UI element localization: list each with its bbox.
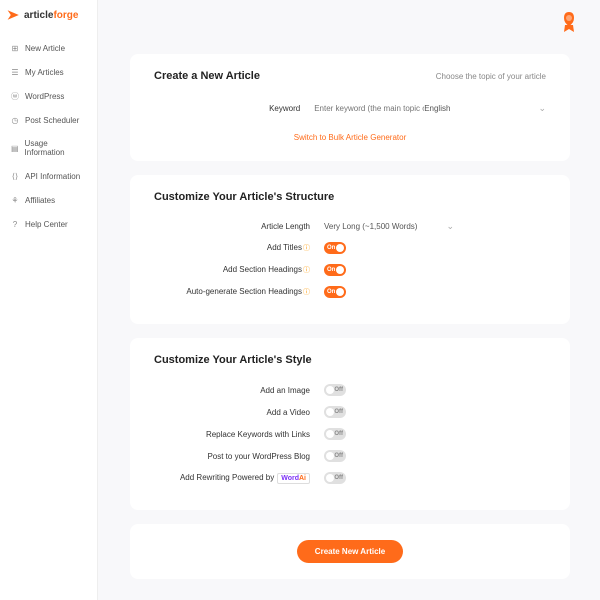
nav-wordpress[interactable]: ⓦ WordPress: [4, 84, 93, 108]
help-icon[interactable]: ⓘ: [303, 245, 310, 252]
structure-card: Customize Your Article's Structure Artic…: [130, 175, 570, 324]
links-label: Replace Keywords with Links: [154, 430, 324, 439]
logo-icon: [6, 8, 22, 22]
add-video-toggle[interactable]: Off: [324, 406, 346, 418]
nav-api[interactable]: ⟨⟩ API Information: [4, 164, 93, 188]
wordpress-icon: ⓦ: [10, 91, 20, 101]
language-value: English: [424, 104, 450, 113]
card-title: Create a New Article: [154, 70, 260, 82]
card-title: Customize Your Article's Style: [154, 354, 312, 366]
wordpress-toggle[interactable]: Off: [324, 450, 346, 462]
add-titles-toggle[interactable]: On: [324, 242, 346, 254]
rewrite-label: Add Rewriting Powered byWordAi: [154, 473, 324, 484]
card-subtitle: Choose the topic of your article: [436, 72, 546, 81]
wordai-logo: WordAi: [277, 473, 310, 484]
nav-usage[interactable]: ▤ Usage Information: [4, 132, 93, 164]
nav-post-scheduler[interactable]: ◷ Post Scheduler: [4, 108, 93, 132]
wp-label: Post to your WordPress Blog: [154, 452, 324, 461]
file-plus-icon: ⊞: [10, 43, 20, 53]
video-label: Add a Video: [154, 408, 324, 417]
nav-label: Usage Information: [25, 139, 87, 157]
titles-label: Add Titlesⓘ: [154, 243, 324, 253]
nav-label: WordPress: [25, 92, 64, 101]
nav-my-articles[interactable]: ☰ My Articles: [4, 60, 93, 84]
rewriting-toggle[interactable]: Off: [324, 472, 346, 484]
submit-card: Create New Article: [130, 524, 570, 579]
length-label: Article Length: [154, 222, 324, 231]
nav-label: Post Scheduler: [25, 116, 79, 125]
create-article-button[interactable]: Create New Article: [297, 540, 403, 563]
autogen-headings-toggle[interactable]: On: [324, 286, 346, 298]
language-select[interactable]: English: [424, 103, 546, 114]
nav-new-article[interactable]: ⊞ New Article: [4, 36, 93, 60]
add-image-toggle[interactable]: Off: [324, 384, 346, 396]
article-length-select[interactable]: Very Long (~1,500 Words): [324, 221, 454, 232]
clock-icon: ◷: [10, 115, 20, 125]
nav-affiliates[interactable]: ⚘ Affiliates: [4, 188, 93, 212]
award-badge-icon[interactable]: [560, 12, 578, 32]
keyword-input[interactable]: [314, 100, 424, 117]
nav-help[interactable]: ? Help Center: [4, 212, 93, 236]
help-icon[interactable]: ⓘ: [303, 289, 310, 296]
list-icon: ☰: [10, 67, 20, 77]
image-label: Add an Image: [154, 386, 324, 395]
style-card: Customize Your Article's Style Add an Im…: [130, 338, 570, 510]
nav-label: Affiliates: [25, 196, 55, 205]
code-icon: ⟨⟩: [10, 171, 20, 181]
nav-label: Help Center: [25, 220, 68, 229]
info-icon: ▤: [10, 143, 20, 153]
help-icon: ?: [10, 219, 20, 229]
users-icon: ⚘: [10, 195, 20, 205]
keyword-label: Keyword: [154, 104, 314, 113]
card-title: Customize Your Article's Structure: [154, 191, 334, 203]
replace-links-toggle[interactable]: Off: [324, 428, 346, 440]
bulk-generator-link[interactable]: Switch to Bulk Article Generator: [294, 133, 407, 142]
nav-label: API Information: [25, 172, 80, 181]
length-value: Very Long (~1,500 Words): [324, 222, 417, 231]
headings-label: Add Section Headingsⓘ: [154, 265, 324, 275]
nav-label: My Articles: [25, 68, 64, 77]
help-icon[interactable]: ⓘ: [303, 267, 310, 274]
logo-text: articleforge: [24, 10, 78, 21]
autogen-label: Auto-generate Section Headingsⓘ: [154, 287, 324, 297]
logo[interactable]: articleforge: [0, 0, 97, 36]
nav-label: New Article: [25, 44, 65, 53]
create-article-card: Create a New Article Choose the topic of…: [130, 54, 570, 161]
add-headings-toggle[interactable]: On: [324, 264, 346, 276]
